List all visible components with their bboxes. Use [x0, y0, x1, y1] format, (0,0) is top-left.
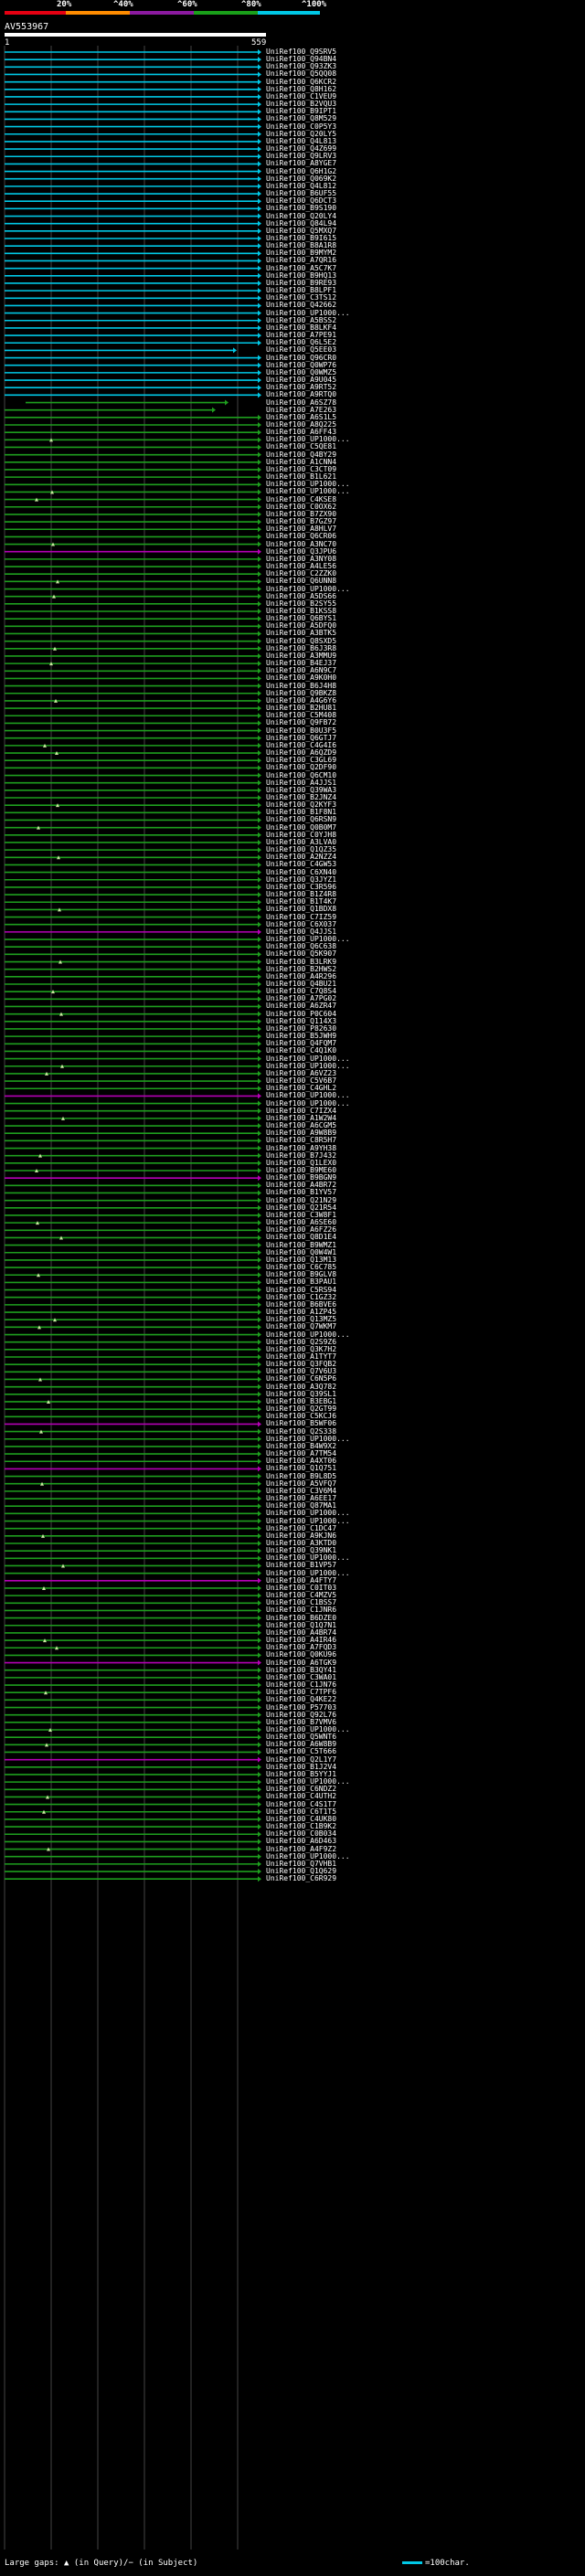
scale-label-60: ^60%: [177, 0, 197, 9]
identity-scale: 20% ^40% ^60% ^80% ^100%: [0, 0, 585, 22]
scale-legend-swatch: [402, 2561, 422, 2564]
scale-label-80: ^80%: [241, 0, 261, 9]
query-bar: [5, 33, 266, 37]
scale-label-40: ^40%: [113, 0, 133, 9]
query-start-coordinate: 1: [5, 38, 10, 48]
query-end-coordinate: 559: [251, 38, 267, 48]
scale-legend-text: =100char.: [425, 2559, 470, 2568]
scale-bar-purple: [130, 11, 194, 15]
query-name: AV553967: [5, 22, 49, 32]
hit-label[interactable]: UniRef100_C6R929: [266, 1875, 336, 1882]
scale-legend: =100char.: [402, 2559, 470, 2568]
scale-bar-green: [194, 11, 258, 15]
scale-bar-orange: [66, 11, 130, 15]
scale-bar-red: [5, 11, 66, 15]
hit-list: UniRef100_Q9SRV5 UniRef100_Q94BN4 UniRef10…: [0, 48, 585, 2544]
scale-label-20: 20%: [57, 0, 72, 9]
scale-bar-cyan: [258, 11, 320, 15]
scale-label-100: ^100%: [302, 0, 327, 9]
gap-legend: Large gaps: ▲ (in Query)/− (in Subject): [5, 2559, 198, 2568]
